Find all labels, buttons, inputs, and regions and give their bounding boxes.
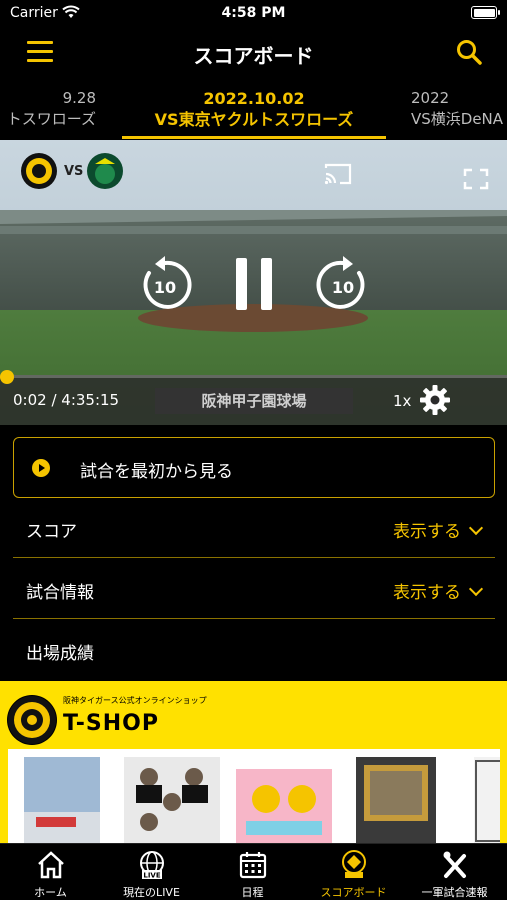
video-player[interactable]: VS 10 10 0:02 / 4:35:15 阪神甲子園球場 1x (0, 140, 507, 425)
search-icon[interactable] (455, 38, 483, 66)
venue-label: 阪神甲子園球場 (155, 388, 353, 414)
tigers-logo-icon (21, 153, 57, 189)
game-date-tabs: 9.28 トスワローズ 2022.10.02 VS東京ヤクルトスワローズ 202… (0, 80, 507, 140)
battery-icon (471, 6, 500, 19)
bottom-tab-bar: ホーム LIVE 現在のLIVE 日程 スコアボード 一軍試合速報 (0, 843, 507, 900)
product-image[interactable] (236, 769, 332, 843)
cast-icon[interactable] (323, 162, 353, 186)
watch-from-start-button[interactable]: 試合を最初から見る (13, 437, 495, 498)
date-tab-date: 9.28 (62, 89, 96, 107)
date-tab-opponent: トスワローズ (6, 110, 96, 128)
shop-products (8, 749, 500, 843)
tab-label: スコアボード (320, 886, 387, 899)
live-globe-icon: LIVE (140, 851, 164, 880)
page-title: スコアボード (193, 44, 314, 68)
baseball-bat-icon (443, 851, 466, 878)
show-toggle-label: 表示する (393, 522, 461, 542)
calendar-icon (239, 852, 267, 879)
seek-thumb[interactable] (0, 370, 15, 384)
vs-label: VS (64, 164, 84, 179)
show-toggle-label: 表示する (393, 583, 461, 603)
show-toggle[interactable]: 表示する (393, 517, 484, 542)
product-image[interactable] (356, 757, 436, 843)
home-icon (38, 851, 64, 879)
product-image[interactable] (24, 757, 100, 843)
date-tab-next[interactable]: 2022 VS横浜DeNA (411, 88, 503, 130)
tab-live[interactable]: LIVE 現在のLIVE (101, 844, 202, 900)
svg-text:10: 10 (154, 278, 176, 297)
swallows-logo-icon (87, 153, 123, 189)
svg-text:10: 10 (332, 278, 354, 297)
chevron-down-icon (468, 581, 484, 597)
tshop-banner[interactable]: 阪神タイガース公式オンラインショップ T-SHOP (0, 681, 507, 843)
forward-10-icon[interactable]: 10 (313, 255, 373, 315)
product-image[interactable] (124, 757, 220, 843)
tab-label: 日程 (241, 886, 264, 899)
nav-bar: スコアボード (0, 28, 507, 78)
date-tab-opponent: VS横浜DeNA (411, 110, 504, 128)
play-circle-icon (32, 459, 50, 477)
playback-time: 0:02 / 4:35:15 (13, 391, 120, 409)
tab-scoreboard[interactable]: スコアボード (303, 844, 404, 900)
section-label: スコア (26, 522, 77, 542)
tab-label: 一軍試合速報 (421, 886, 488, 899)
seek-bar[interactable] (0, 375, 507, 378)
chevron-down-icon (468, 520, 484, 536)
date-tab-opponent: VS東京ヤクルトスワローズ (154, 110, 354, 129)
date-tab-date: 2022 (411, 89, 450, 107)
scoreboard-icon (342, 850, 366, 878)
date-tab-date: 2022.10.02 (203, 89, 305, 108)
section-label: 出場成績 (26, 644, 94, 664)
shop-subtitle: 阪神タイガース公式オンラインショップ (63, 696, 207, 705)
rewind-10-icon[interactable]: 10 (135, 255, 195, 315)
watch-from-start-label: 試合を最初から見る (80, 462, 233, 482)
playback-speed[interactable]: 1x (393, 392, 411, 410)
product-image[interactable] (474, 757, 500, 843)
playback-controls: 10 10 (0, 250, 507, 320)
fullscreen-icon[interactable] (463, 168, 489, 190)
status-time: 4:58 PM (221, 5, 286, 21)
show-toggle[interactable]: 表示する (393, 578, 484, 603)
tab-schedule[interactable]: 日程 (202, 844, 303, 900)
section-player-stats[interactable]: 出場成績 (13, 620, 495, 680)
date-tab-previous[interactable]: 9.28 トスワローズ (7, 88, 96, 130)
tigers-logo-icon (7, 695, 57, 745)
tab-home[interactable]: ホーム (0, 844, 101, 900)
pause-icon[interactable] (236, 258, 272, 310)
gear-icon[interactable] (418, 383, 452, 417)
section-label: 試合情報 (26, 583, 94, 603)
date-tab-current[interactable]: 2022.10.02 VS東京ヤクルトスワローズ (122, 88, 386, 130)
tab-first-team-updates[interactable]: 一軍試合速報 (404, 844, 505, 900)
shop-title: T-SHOP (63, 711, 159, 736)
section-score[interactable]: スコア 表示する (13, 498, 495, 558)
tab-label: ホーム (34, 886, 67, 899)
tab-label: 現在のLIVE (123, 886, 180, 899)
active-tab-underline (122, 136, 386, 139)
status-bar: Carrier 4:58 PM (0, 0, 507, 28)
section-game-info[interactable]: 試合情報 表示する (13, 559, 495, 619)
svg-text:LIVE: LIVE (143, 872, 160, 880)
